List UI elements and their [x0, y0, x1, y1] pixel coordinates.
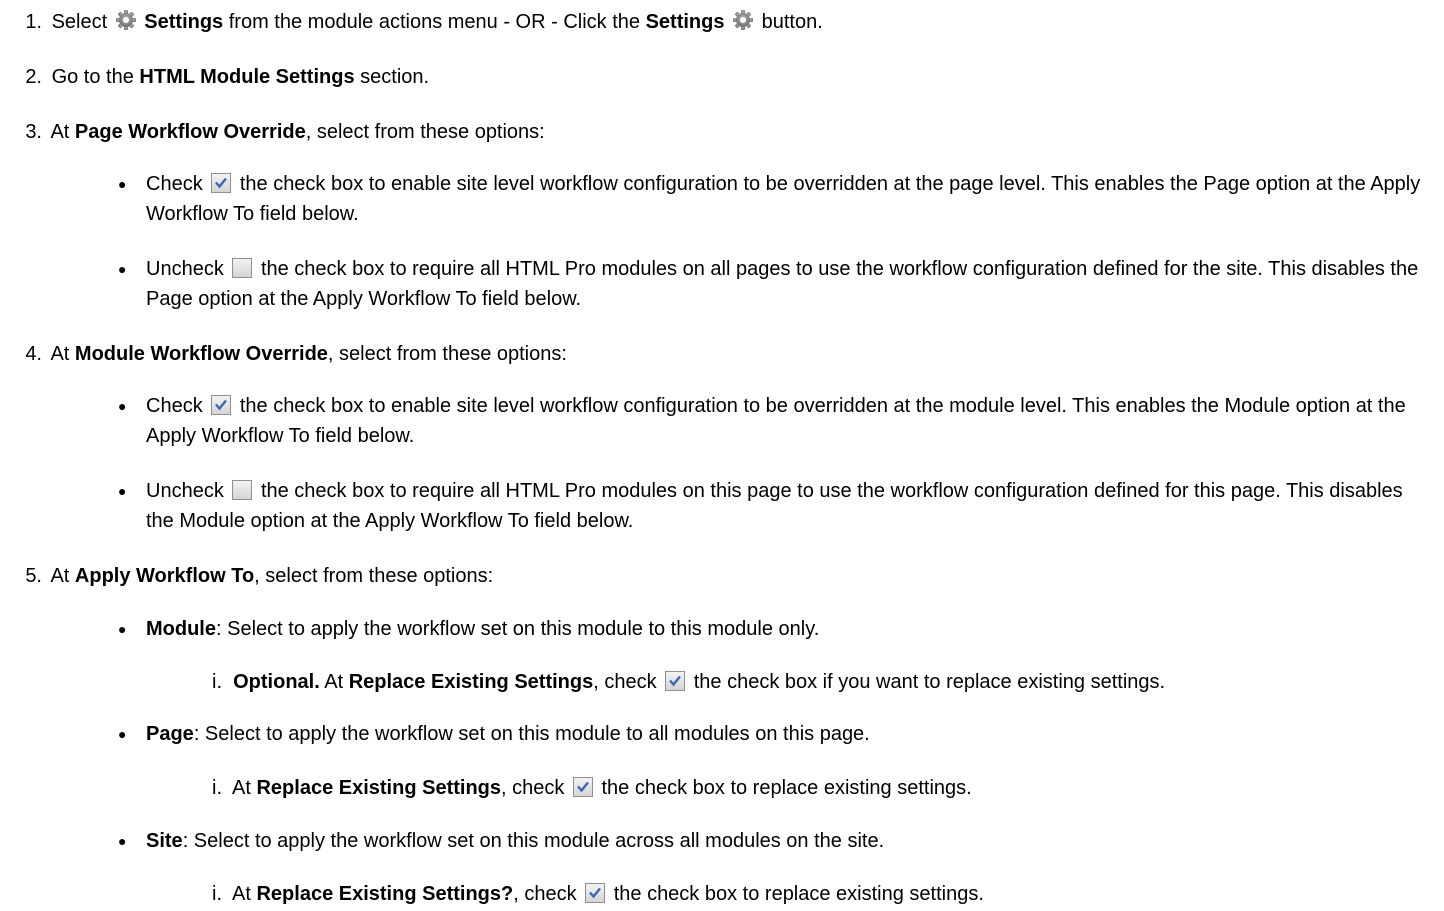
step-5: 5. At Apply Workflow To, select from the… — [0, 561, 493, 591]
sub-step-text: the check box if you want to replace exi… — [693, 671, 1166, 693]
bullet-text: Check — [146, 395, 203, 417]
checked-checkbox-icon — [211, 395, 232, 415]
bullet-icon: ● — [118, 621, 127, 637]
bullet-text: : Select to apply the workflow set on th… — [216, 618, 820, 640]
unchecked-checkbox-icon — [232, 480, 253, 500]
sub-step: i. At Replace Existing Settings?, check … — [212, 879, 984, 909]
list-item: ● Check the check box to enable site lev… — [118, 169, 1428, 229]
field-name: Apply Workflow To — [74, 565, 255, 587]
sub-step-text: , check — [513, 883, 577, 905]
step-text: At — [50, 343, 70, 365]
gear-icon — [115, 10, 136, 30]
sub-step-text: At — [324, 671, 344, 693]
step-number: 1. — [25, 11, 42, 33]
bullet-text: the check box to enable site level workf… — [146, 173, 1421, 225]
sub-step-text: At — [232, 777, 251, 799]
gear-icon — [733, 10, 754, 30]
bullet-text: the check box to enable site level workf… — [146, 395, 1406, 447]
sub-step: i. Optional. At Replace Existing Setting… — [212, 667, 1165, 697]
step-2: 2. Go to the HTML Module Settings sectio… — [0, 62, 429, 92]
bullet-icon: ● — [118, 726, 127, 742]
step-text: button. — [761, 11, 823, 33]
step-3: 3. At Page Workflow Override, select fro… — [0, 117, 545, 147]
optional-label: Optional. — [233, 671, 320, 693]
step-text: At — [50, 565, 70, 587]
bullet-icon: ● — [118, 833, 127, 849]
bullet-text: : Select to apply the workflow set on th… — [193, 723, 870, 745]
sub-step-text: At — [232, 883, 251, 905]
option-name: Module — [146, 618, 216, 640]
field-name: Replace Existing Settings — [256, 777, 501, 799]
settings-label: Settings — [645, 11, 725, 33]
sub-step-number: i. — [212, 671, 222, 693]
sub-step-text: , check — [501, 777, 565, 799]
bullet-text: the check box to require all HTML Pro mo… — [146, 480, 1403, 532]
bullet-text: Uncheck — [146, 480, 224, 502]
field-name: Page Workflow Override — [74, 121, 306, 143]
field-name: Module Workflow Override — [74, 343, 328, 365]
bullet-text: Uncheck — [146, 258, 224, 280]
step-text: Select — [51, 11, 108, 33]
bullet-text: the check box to require all HTML Pro mo… — [146, 258, 1419, 310]
list-item: ● Check the check box to enable site lev… — [118, 391, 1428, 451]
step-text: Go to the — [51, 66, 134, 88]
checked-checkbox-icon — [572, 777, 593, 797]
step-text: , select from these options: — [327, 343, 567, 365]
list-item: ● Uncheck the check box to require all H… — [118, 476, 1428, 536]
bullet-icon: ● — [118, 176, 127, 192]
checked-checkbox-icon — [585, 883, 606, 903]
bullet-text: Check — [146, 173, 203, 195]
list-item: ● Module: Select to apply the workflow s… — [118, 614, 1428, 644]
bullet-icon: ● — [118, 398, 127, 414]
step-text: from the module actions menu - OR - Clic… — [228, 11, 641, 33]
step-4: 4. At Module Workflow Override, select f… — [0, 339, 567, 369]
list-item: ● Site: Select to apply the workflow set… — [118, 826, 1428, 856]
step-number: 3. — [25, 121, 42, 143]
list-item: ● Page: Select to apply the workflow set… — [118, 719, 1428, 749]
bullet-text: : Select to apply the workflow set on th… — [182, 830, 885, 852]
step-number: 5. — [25, 565, 42, 587]
step-text: section. — [360, 66, 430, 88]
step-text: , select from these options: — [305, 121, 545, 143]
sub-step-text: the check box to replace existing settin… — [601, 777, 972, 799]
option-name: Site — [146, 830, 183, 852]
checked-checkbox-icon — [665, 671, 686, 691]
bullet-icon: ● — [118, 261, 127, 277]
section-name: HTML Module Settings — [139, 66, 355, 88]
settings-label: Settings — [144, 11, 224, 33]
sub-step-text: the check box to replace existing settin… — [613, 883, 984, 905]
field-name: Replace Existing Settings — [348, 671, 594, 693]
sub-step-number: i. — [212, 777, 222, 799]
option-name: Page — [146, 723, 194, 745]
step-text: , select from these options: — [254, 565, 494, 587]
list-item: ● Uncheck the check box to require all H… — [118, 254, 1428, 314]
field-name: Replace Existing Settings? — [256, 883, 514, 905]
sub-step-text: , check — [593, 671, 657, 693]
step-1: 1. Select Settings from the module actio… — [0, 7, 823, 37]
step-number: 2. — [25, 66, 42, 88]
step-text: At — [50, 121, 70, 143]
checked-checkbox-icon — [211, 173, 232, 193]
document-page: 1. Select Settings from the module actio… — [0, 0, 1444, 911]
step-number: 4. — [25, 343, 42, 365]
unchecked-checkbox-icon — [232, 258, 253, 278]
sub-step: i. At Replace Existing Settings, check t… — [212, 773, 972, 803]
sub-step-number: i. — [212, 883, 222, 905]
bullet-icon: ● — [118, 483, 127, 499]
